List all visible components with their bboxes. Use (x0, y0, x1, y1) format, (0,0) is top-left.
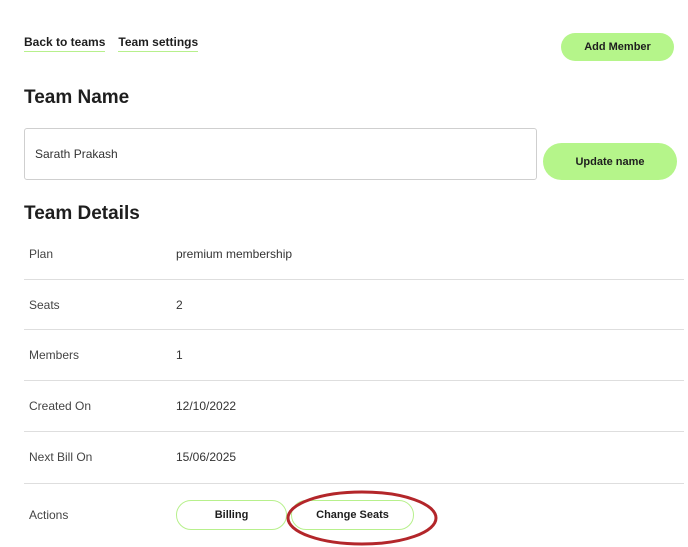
team-name-input[interactable] (24, 128, 537, 180)
team-settings-page: Back to teams Team settings Add Member T… (0, 0, 688, 547)
detail-row-seats: Seats 2 (24, 280, 684, 331)
back-to-teams-link[interactable]: Back to teams (24, 35, 106, 52)
top-nav: Back to teams Team settings (24, 35, 199, 52)
detail-label: Plan (29, 246, 54, 261)
detail-value: 1 (176, 348, 183, 363)
detail-value: 15/06/2025 (176, 450, 237, 465)
detail-value: 2 (176, 297, 183, 312)
add-member-button[interactable]: Add Member (561, 33, 674, 61)
actions-label: Actions (29, 508, 69, 522)
team-name-heading: Team Name (24, 87, 130, 108)
team-details-heading: Team Details (24, 203, 140, 224)
team-details-table: Plan premium membership Seats 2 Members … (24, 229, 684, 482)
detail-label: Seats (29, 297, 60, 312)
detail-row-members: Members 1 (24, 330, 684, 382)
detail-row-plan: Plan premium membership (24, 229, 684, 280)
detail-value: 12/10/2022 (176, 398, 237, 413)
detail-row-next-bill-on: Next Bill On 15/06/2025 (24, 432, 684, 483)
detail-row-created-on: Created On 12/10/2022 (24, 381, 684, 432)
update-name-button[interactable]: Update name (543, 143, 677, 180)
detail-label: Next Bill On (29, 450, 93, 465)
detail-value: premium membership (176, 246, 293, 261)
billing-button[interactable]: Billing (176, 500, 287, 530)
team-settings-link[interactable]: Team settings (118, 35, 199, 52)
detail-label: Members (29, 348, 80, 363)
detail-label: Created On (29, 398, 92, 413)
change-seats-button[interactable]: Change Seats (291, 500, 414, 530)
detail-row-actions: Actions Billing Change Seats (24, 484, 684, 544)
